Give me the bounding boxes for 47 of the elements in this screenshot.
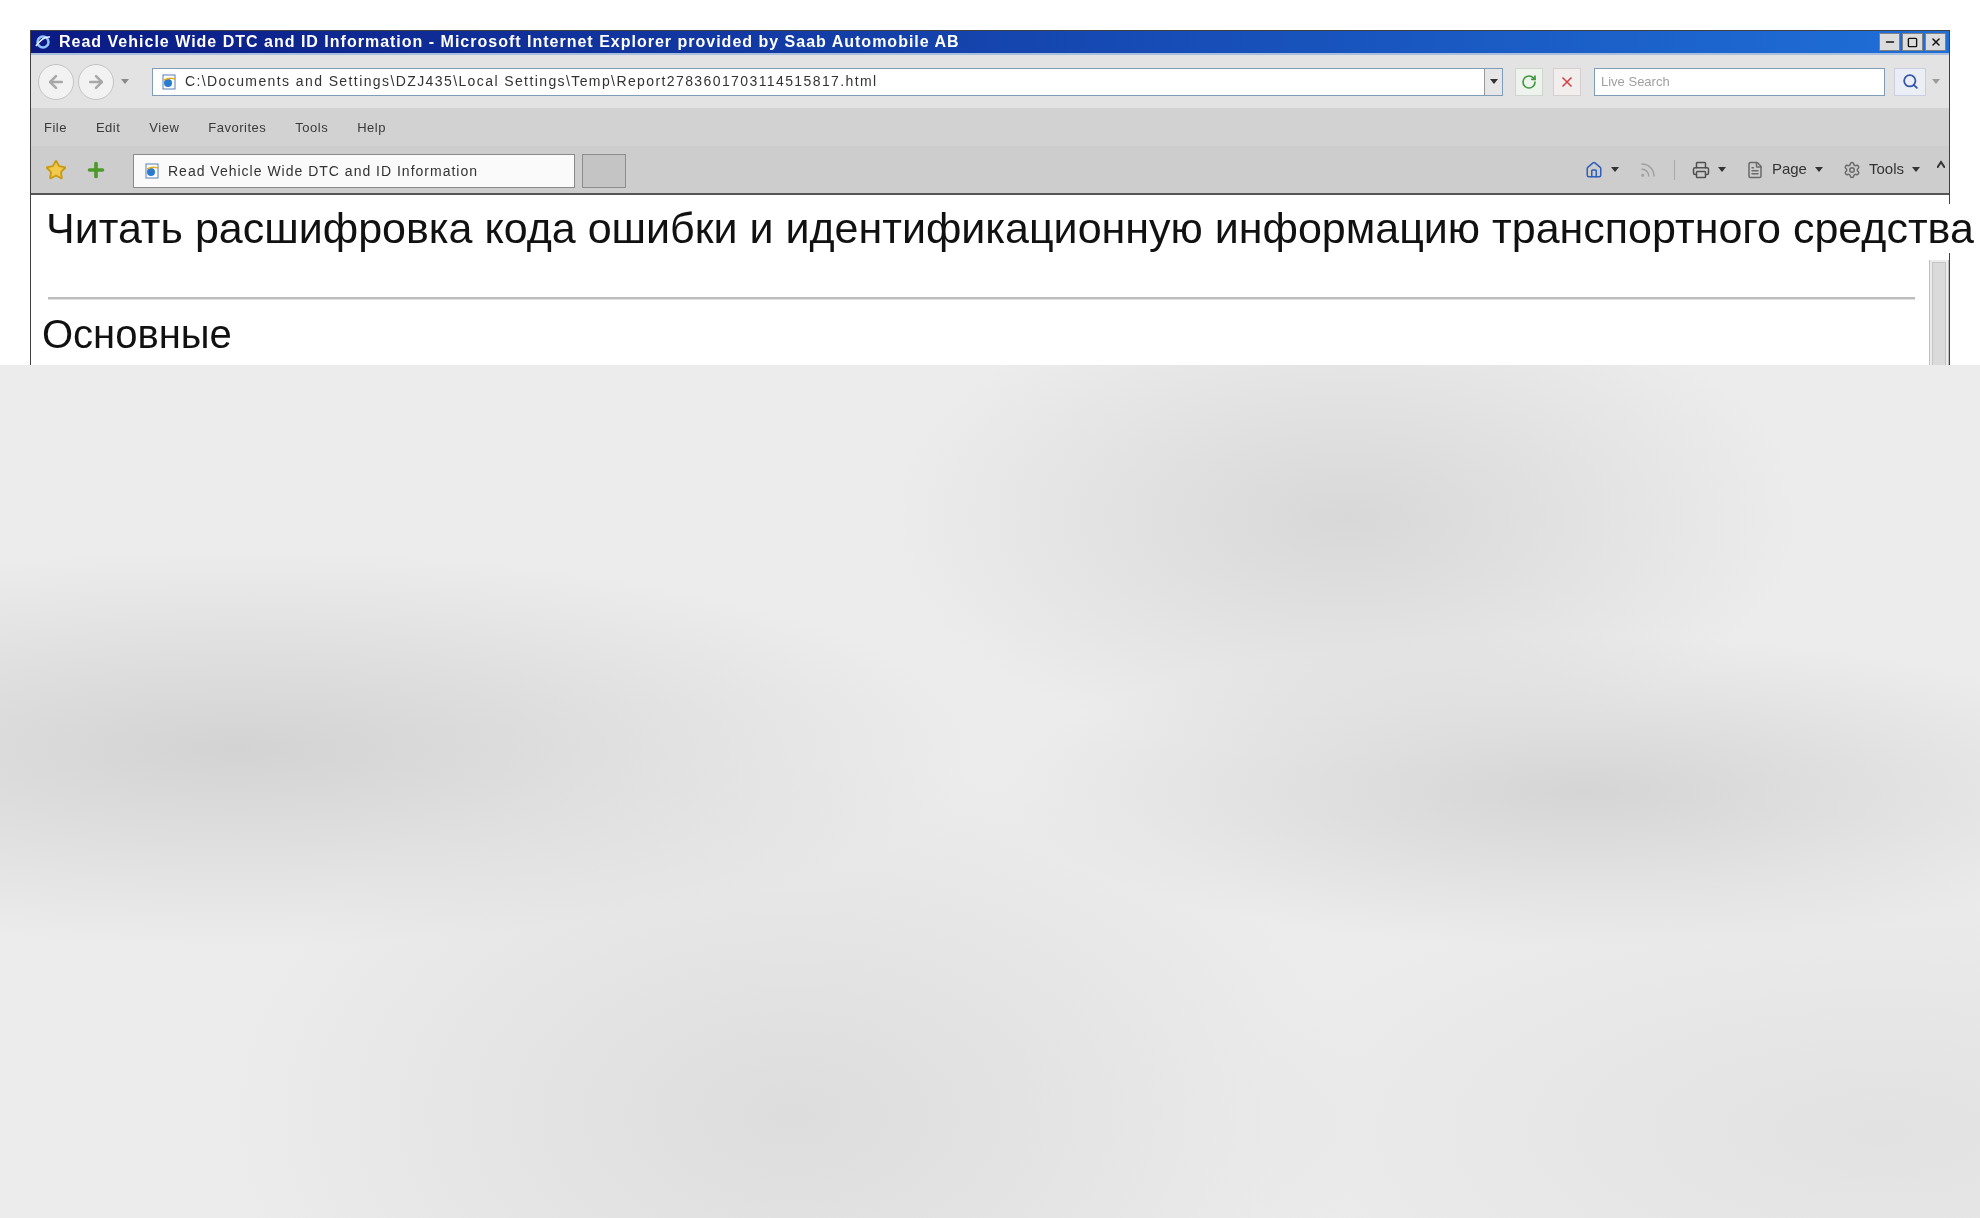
caret-icon	[1814, 167, 1823, 172]
search-button[interactable]	[1894, 67, 1926, 96]
section-heading: Основные	[42, 314, 232, 355]
search-field[interactable]: Live Search	[1594, 67, 1885, 96]
star-icon	[45, 158, 67, 181]
address-field[interactable]: C:\Documents and Settings\DZJ435\Local Settings\Temp\Report2783601703114515817.html	[152, 67, 1503, 96]
scrollbar[interactable]	[1929, 260, 1949, 365]
maximize-button[interactable]	[1902, 33, 1923, 51]
page-icon	[161, 73, 177, 90]
refresh-icon	[1521, 73, 1537, 90]
back-button[interactable]	[38, 63, 74, 100]
menu-item[interactable]: Edit	[95, 117, 121, 137]
caret-icon	[1912, 167, 1920, 172]
minimize-button[interactable]	[1879, 33, 1900, 51]
address-dropdown-button[interactable]	[1484, 68, 1502, 95]
caret-icon	[121, 79, 129, 84]
chevron-icon	[1937, 159, 1945, 168]
menu-item[interactable]: View	[149, 117, 180, 137]
search-icon	[1901, 73, 1919, 90]
menu-item[interactable]: File	[44, 117, 67, 137]
feed-icon	[1638, 160, 1657, 179]
printer-icon	[1691, 160, 1710, 179]
page-icon	[144, 163, 160, 179]
caret-icon	[1610, 167, 1619, 172]
window-title: Read Vehicle Wide DTC and ID Information - Microsoft Internet Explorer provided by Saab Automobile AB	[59, 34, 960, 50]
menu-item[interactable]: Help	[357, 117, 386, 137]
caret-icon	[1717, 167, 1726, 172]
command-menu-button[interactable]: Page	[1742, 155, 1826, 184]
home-icon	[1584, 160, 1603, 179]
address-text: C:\Documents and Settings\DZJ435\Local Settings\Temp\Report2783601703114515817.html	[185, 72, 878, 91]
page-icon	[1745, 160, 1764, 179]
maximize-icon	[1907, 36, 1918, 48]
close-icon	[1929, 36, 1942, 48]
gear-icon	[1842, 160, 1861, 179]
close-button[interactable]	[1925, 33, 1946, 51]
refresh-button[interactable]	[1515, 67, 1543, 96]
browser-logo-icon	[35, 34, 51, 50]
browser-tab[interactable]: Read Vehicle Wide DTC and ID Information	[133, 154, 575, 188]
caret-icon	[1932, 79, 1940, 84]
menu-item[interactable]: Tools	[295, 117, 329, 137]
new-tab-button[interactable]	[582, 154, 626, 188]
caret-icon	[1489, 79, 1498, 84]
page-heading: Читать расшифровка кода ошибки и идентификационную информацию транспортного средства	[46, 204, 1974, 254]
command-menu-button[interactable]: Tools	[1839, 155, 1923, 184]
forward-button[interactable]	[78, 63, 114, 100]
stop-button[interactable]	[1553, 67, 1581, 96]
menu-item[interactable]: Favorites	[208, 117, 267, 137]
